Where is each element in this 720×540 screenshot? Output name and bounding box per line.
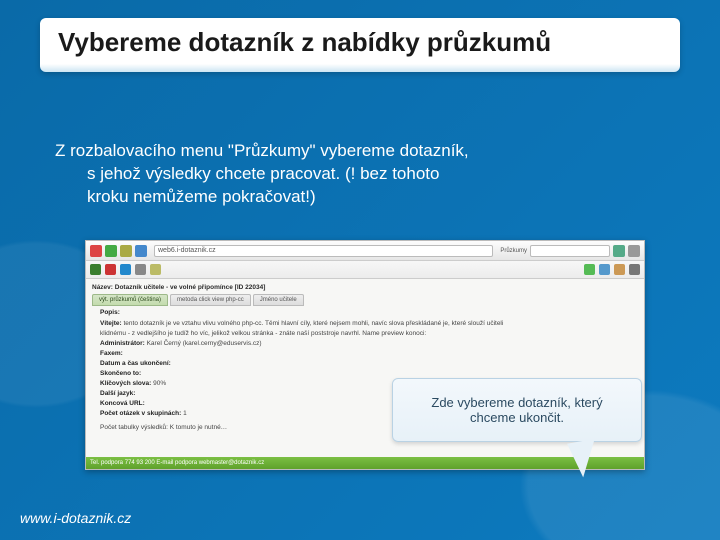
callout-tail — [567, 439, 601, 479]
tab-2[interactable]: Jméno učitele — [253, 294, 304, 306]
export-icon[interactable] — [584, 264, 595, 275]
body-line-2: s jehož výsledky chcete pracovat. (! bez… — [55, 163, 655, 186]
kv-row: Faxem: — [100, 349, 638, 358]
tab-row: výt. průzkumů (čeština) metoda click vie… — [92, 294, 638, 306]
kv-row: Vítejte: tento dotazník je ve vztahu vli… — [100, 319, 638, 328]
browser-toolbar: web6.i-dotaznik.cz Průzkumy — [86, 241, 644, 261]
delete-icon[interactable] — [105, 264, 116, 275]
reload-icon — [105, 245, 117, 257]
instruction-callout: Zde vybereme dotazník, který chceme ukon… — [392, 378, 642, 442]
kv-row: Administrátor: Karel Černý (karel.cerny@… — [100, 339, 638, 348]
go-icon[interactable] — [613, 245, 625, 257]
nav-icon — [135, 245, 147, 257]
app-toolbar — [86, 261, 644, 279]
nav-label: Průzkumy — [500, 248, 527, 254]
url-text: web6.i-dotaznik.cz — [158, 247, 216, 254]
kv-row: Datum a čas ukončení: — [100, 359, 638, 368]
chart-icon[interactable] — [614, 264, 625, 275]
body-line-1: Z rozbalovacího menu "Průzkumy" vybereme… — [55, 141, 469, 160]
browser-icon — [90, 245, 102, 257]
close-icon[interactable] — [629, 264, 640, 275]
print-icon[interactable] — [599, 264, 610, 275]
slide-body: Z rozbalovacího menu "Průzkumy" vybereme… — [55, 140, 655, 209]
plus-icon[interactable] — [90, 264, 101, 275]
survey-dropdown[interactable] — [530, 245, 610, 257]
gear-icon[interactable] — [135, 264, 146, 275]
home-icon — [120, 245, 132, 257]
kv-row: klidnému - z vedlejšího je tudíž ho víc,… — [100, 329, 638, 338]
status-bar: Tel. podpora 774 93 200 E-mail podpora w… — [86, 457, 644, 469]
callout-line-2: chceme ukončit. — [470, 410, 564, 425]
tab-active[interactable]: výt. průzkumů (čeština) — [92, 294, 168, 306]
slide-footer: www.i-dotaznik.cz — [20, 510, 131, 526]
status-text: Tel. podpora 774 93 200 E-mail podpora w… — [90, 460, 264, 466]
address-bar[interactable]: web6.i-dotaznik.cz — [154, 245, 493, 257]
callout-line-1: Zde vybereme dotazník, který — [431, 395, 602, 410]
slide-title-bar: Vybereme dotazník z nabídky průzkumů — [40, 18, 680, 72]
lock-icon[interactable] — [150, 264, 161, 275]
tab-1[interactable]: metoda click view php-cc — [170, 294, 251, 306]
body-line-3: kroku nemůžeme pokračovat!) — [55, 186, 655, 209]
slide-title: Vybereme dotazník z nabídky průzkumů — [58, 28, 662, 58]
kv-row: Skončeno to: — [100, 369, 638, 378]
survey-header: Název: Dotazník učitele - ve volné připo… — [92, 283, 638, 292]
kv-row: Popis: — [100, 308, 638, 317]
tool-icon[interactable] — [628, 245, 640, 257]
check-icon[interactable] — [120, 264, 131, 275]
